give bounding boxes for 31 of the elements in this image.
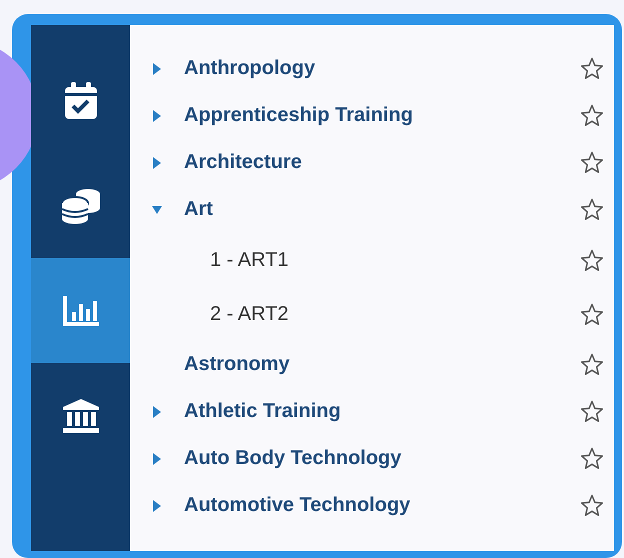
tree-item-label[interactable]: 1 - ART1 (184, 248, 580, 272)
caret-icon[interactable] (152, 500, 162, 512)
tree-item-label[interactable]: Architecture (184, 151, 580, 174)
coins-icon (60, 188, 100, 224)
star-icon[interactable] (580, 447, 604, 470)
star-icon[interactable] (580, 494, 604, 517)
tree-item-label[interactable]: Anthropology (184, 57, 580, 80)
caret-icon[interactable] (152, 452, 162, 464)
tree-item-label[interactable]: Art (184, 198, 580, 221)
tree-item-label[interactable]: Apprenticeship Training (184, 104, 580, 127)
star-icon[interactable] (580, 151, 604, 174)
tree-item-label[interactable]: Astronomy (184, 353, 580, 376)
tree-item-label[interactable]: 2 - ART2 (184, 302, 580, 326)
star-icon[interactable] (580, 248, 604, 272)
bar-chart-icon (62, 296, 98, 326)
star-icon[interactable] (580, 353, 604, 376)
caret-icon[interactable] (152, 204, 162, 216)
star-icon[interactable] (580, 302, 604, 326)
tree-item-label[interactable]: Auto Body Technology (184, 447, 580, 470)
star-icon[interactable] (580, 104, 604, 127)
caret-icon[interactable] (152, 110, 162, 122)
calendar-icon (64, 82, 98, 120)
caret-icon[interactable] (152, 156, 162, 168)
caret-icon[interactable] (152, 62, 162, 74)
bank-icon (62, 398, 98, 432)
tree-item-label[interactable]: Automotive Technology (184, 494, 580, 517)
caret-icon[interactable] (152, 406, 162, 418)
star-icon[interactable] (580, 57, 604, 80)
tree-item-label[interactable]: Athletic Training (184, 400, 580, 423)
star-icon[interactable] (580, 400, 604, 423)
star-icon[interactable] (580, 198, 604, 221)
